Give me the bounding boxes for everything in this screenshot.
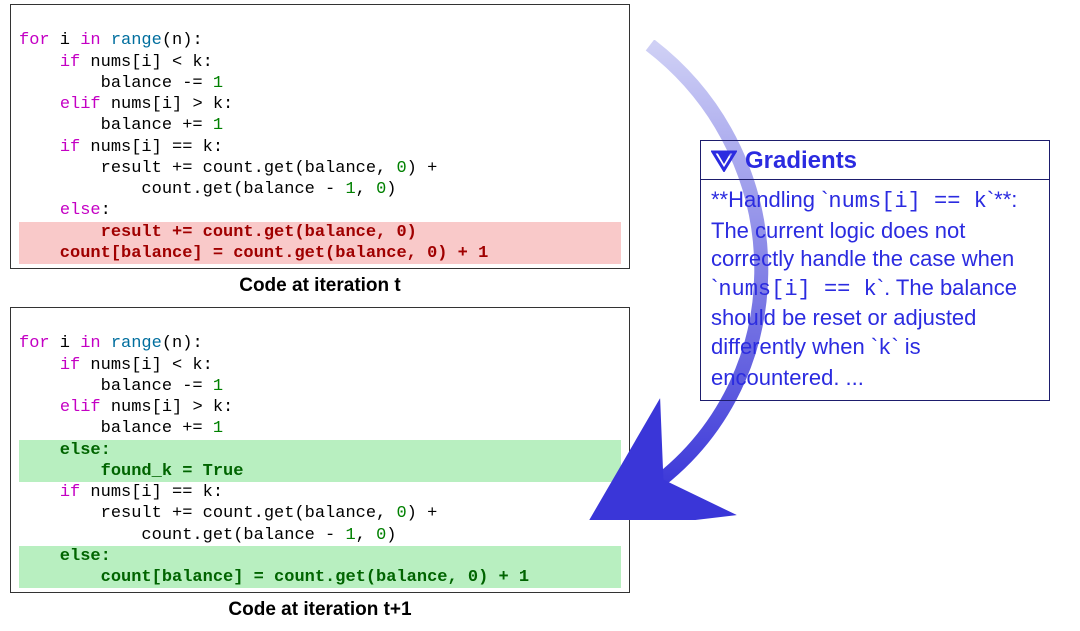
code-line: for i in range(n): <box>19 334 203 353</box>
code-line: balance -= 1 <box>19 377 223 396</box>
code-line: count.get(balance - 1, 0) <box>19 526 396 545</box>
gradients-title: Gradients <box>745 147 857 175</box>
code-line: else: <box>19 201 111 220</box>
gradients-card: Gradients **Handling `nums[i] == k`**: T… <box>700 140 1050 401</box>
code-line: balance += 1 <box>19 116 223 135</box>
code-line: if nums[i] < k: <box>19 53 213 72</box>
code-box-t: for i in range(n): if nums[i] < k: balan… <box>10 4 630 269</box>
code-box-t1: for i in range(n): if nums[i] < k: balan… <box>10 307 630 593</box>
fn-range: range <box>101 31 162 50</box>
code-line: result += count.get(balance, 0) + <box>19 159 437 178</box>
deleted-line: count[balance] = count.get(balance, 0) +… <box>19 243 621 264</box>
kw-for: for <box>19 31 50 50</box>
kw-in: in <box>80 31 100 50</box>
left-column: for i in range(n): if nums[i] < k: balan… <box>10 4 630 631</box>
gradients-body: **Handling `nums[i] == k`**: The current… <box>701 180 1049 400</box>
gradient-logo-icon <box>711 150 737 172</box>
added-line: found_k = True <box>19 461 621 482</box>
code-line: if nums[i] == k: <box>19 483 223 502</box>
code-line: count.get(balance - 1, 0) <box>19 180 396 199</box>
caption-t1: Code at iteration t+1 <box>10 599 630 621</box>
added-line: else: <box>19 440 621 461</box>
code-line: elif nums[i] > k: <box>19 398 233 417</box>
code-line: result += count.get(balance, 0) + <box>19 504 437 523</box>
code-line: elif nums[i] > k: <box>19 95 233 114</box>
code-line: for i in range(n): <box>19 31 203 50</box>
added-line: else: <box>19 546 621 567</box>
code-line: balance += 1 <box>19 419 223 438</box>
caption-t: Code at iteration t <box>10 275 630 297</box>
deleted-line: result += count.get(balance, 0) <box>19 222 621 243</box>
code-line: balance -= 1 <box>19 74 223 93</box>
added-line: count[balance] = count.get(balance, 0) +… <box>19 567 621 588</box>
code-line: if nums[i] < k: <box>19 356 213 375</box>
gradients-header: Gradients <box>701 141 1049 180</box>
code-line: if nums[i] == k: <box>19 138 223 157</box>
